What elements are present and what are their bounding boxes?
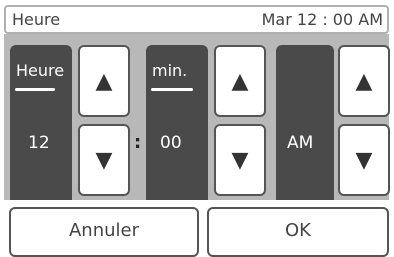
minute-column: min. 00	[146, 45, 208, 200]
cancel-button[interactable]: Annuler	[9, 207, 199, 257]
time-separator: :	[134, 132, 142, 153]
minute-value: 00	[160, 133, 182, 153]
triangle-up-icon: ▲	[355, 68, 373, 94]
minute-up-button[interactable]: ▲	[214, 45, 266, 117]
current-time: Mar 12 : 00 AM	[261, 10, 383, 29]
header-title: Heure	[12, 10, 61, 29]
ampm-up-button[interactable]: ▲	[338, 45, 390, 117]
triangle-up-icon: ▲	[231, 68, 249, 94]
hour-value: 12	[28, 133, 50, 153]
triangle-down-icon: ▼	[231, 147, 249, 173]
hour-label: Heure	[16, 61, 65, 80]
hour-column: Heure 12	[10, 45, 72, 200]
hour-down-button[interactable]: ▼	[78, 124, 130, 196]
minute-label-underline	[151, 88, 193, 91]
ampm-value: AM	[287, 133, 314, 153]
ampm-down-button[interactable]: ▼	[338, 124, 390, 196]
triangle-up-icon: ▲	[95, 68, 113, 94]
triangle-down-icon: ▼	[355, 147, 373, 173]
hour-label-underline	[15, 88, 55, 91]
triangle-down-icon: ▼	[95, 147, 113, 173]
minute-label: min.	[152, 61, 188, 80]
hour-up-button[interactable]: ▲	[78, 45, 130, 117]
minute-down-button[interactable]: ▼	[214, 124, 266, 196]
ampm-column: AM	[276, 45, 334, 200]
header-bar: Heure Mar 12 : 00 AM	[4, 5, 389, 34]
ok-button[interactable]: OK	[207, 207, 389, 257]
